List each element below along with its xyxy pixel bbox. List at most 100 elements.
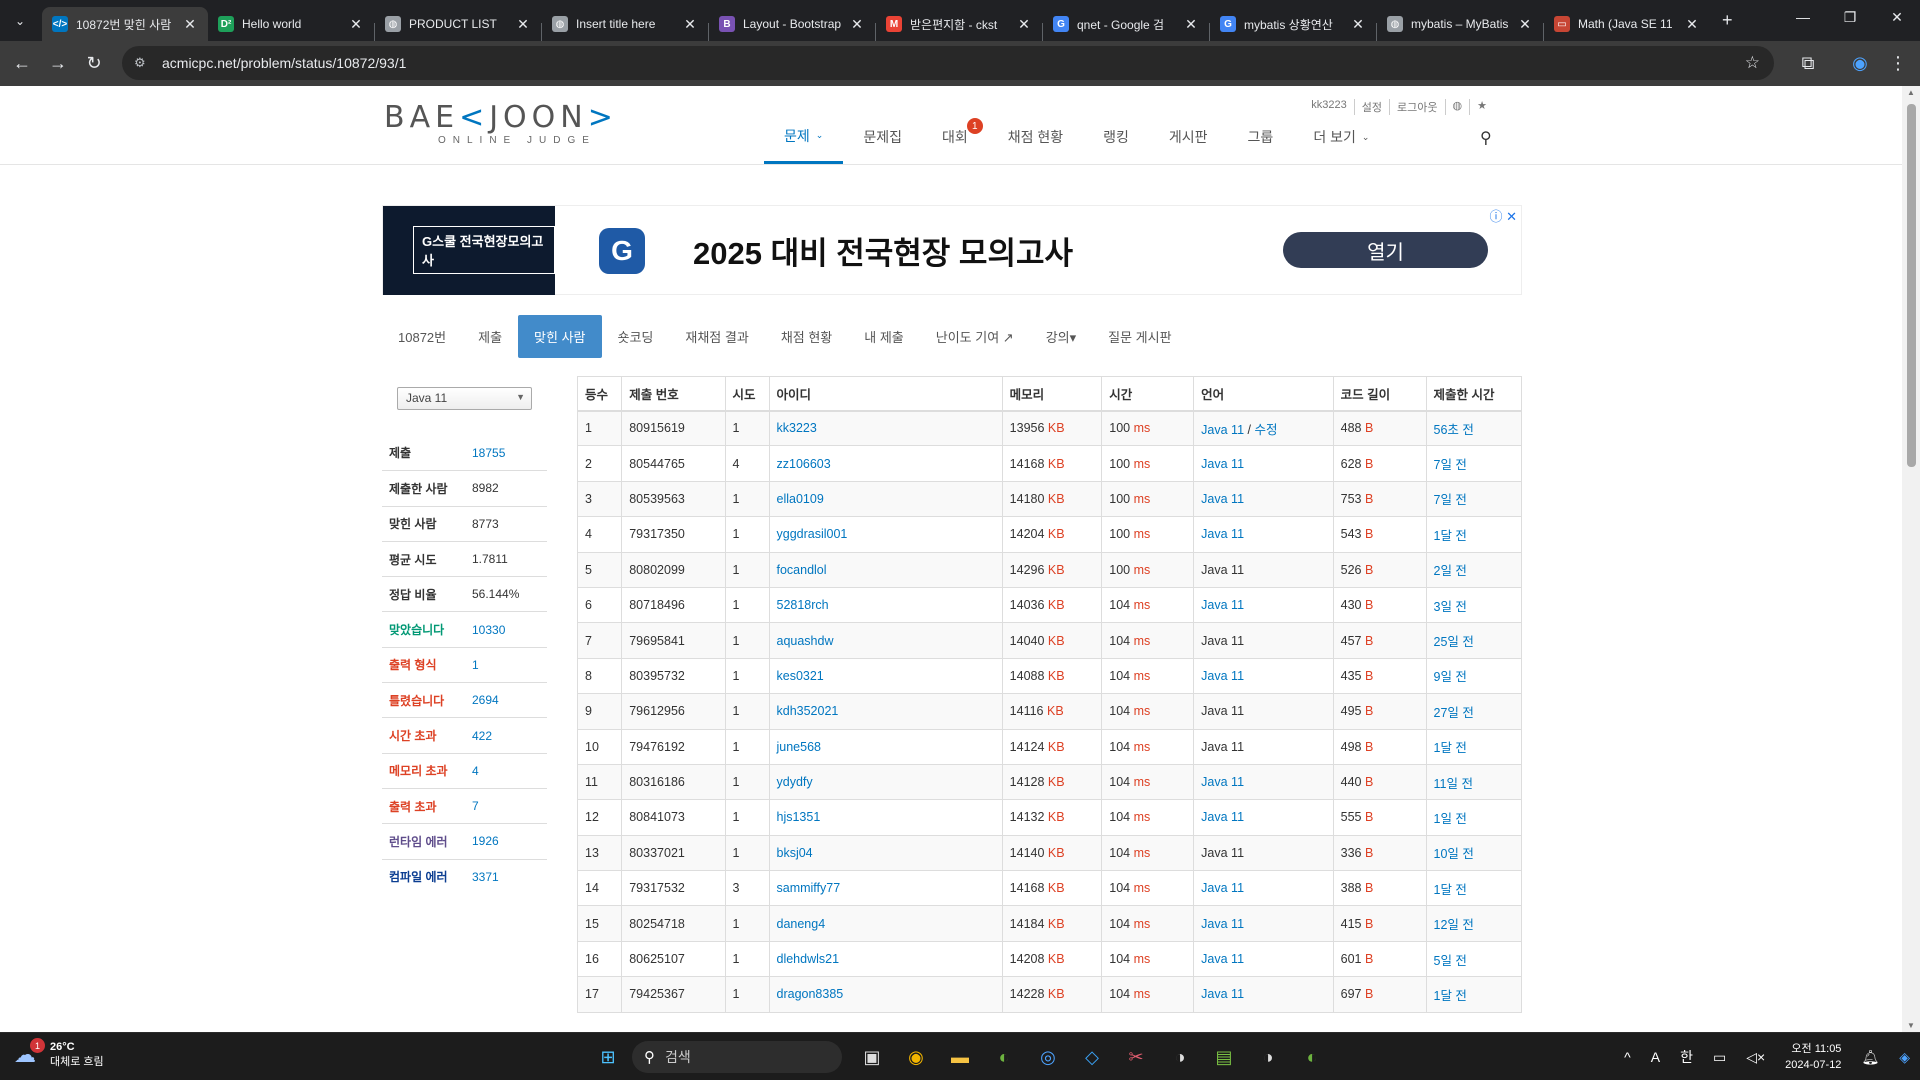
submitted-time-link[interactable]: 56초 전 bbox=[1434, 423, 1474, 437]
submitted-time-link[interactable]: 1달 전 bbox=[1434, 989, 1467, 1003]
language-link[interactable]: Java 11 bbox=[1201, 492, 1244, 506]
language-link[interactable]: Java 11 bbox=[1201, 987, 1244, 1001]
problem-tab[interactable]: 제출 bbox=[462, 315, 518, 358]
user-menu-item[interactable]: 로그아웃 bbox=[1389, 99, 1444, 115]
language-link[interactable]: Java 11 bbox=[1201, 598, 1244, 612]
submitted-time-link[interactable]: 3일 전 bbox=[1434, 600, 1467, 614]
user-id-link[interactable]: 52818rch bbox=[777, 598, 829, 612]
user-id-link[interactable]: kdh352021 bbox=[777, 704, 839, 718]
close-icon[interactable]: ✕ bbox=[348, 16, 364, 33]
reload-button[interactable]: ↻ bbox=[76, 46, 112, 82]
extensions-icon[interactable]: ⧉ bbox=[1790, 45, 1826, 81]
search-icon[interactable]: ⚲ bbox=[1480, 128, 1492, 148]
baekjoon-logo[interactable]: BAE<JOON> ONLINE JUDGE bbox=[384, 103, 634, 147]
site-info-icon[interactable]: ⚙ bbox=[134, 55, 150, 71]
language-link[interactable]: Java 11 bbox=[1201, 527, 1244, 541]
tray-language-icon[interactable]: 한 bbox=[1680, 1047, 1693, 1067]
column-header[interactable]: 아이디 bbox=[768, 376, 1003, 412]
close-icon[interactable]: ✕ bbox=[682, 16, 698, 33]
submitted-time-link[interactable]: 11일 전 bbox=[1434, 777, 1473, 791]
submitted-time-link[interactable]: 9일 전 bbox=[1434, 670, 1467, 684]
submitted-time-link[interactable]: 7일 전 bbox=[1434, 458, 1467, 472]
user-id-link[interactable]: yggdrasil001 bbox=[777, 527, 848, 541]
nav-item[interactable]: 랭킹 bbox=[1083, 110, 1149, 164]
language-link[interactable]: Java 11 bbox=[1201, 775, 1244, 789]
column-header[interactable]: 메모리 bbox=[1001, 376, 1103, 412]
browser-tab[interactable]: D² Hello world ✕ bbox=[208, 7, 374, 41]
column-header[interactable]: 등수 bbox=[576, 376, 623, 412]
problem-tab[interactable]: 강의▾ bbox=[1030, 315, 1092, 358]
nav-item[interactable]: 문제집 bbox=[843, 110, 922, 164]
submitted-time-link[interactable]: 5일 전 bbox=[1434, 954, 1467, 968]
browser-tab[interactable]: Gqnet - Google 검 ✕ bbox=[1043, 7, 1209, 41]
column-header[interactable]: 시도 bbox=[724, 376, 770, 412]
stat-value[interactable]: 10330 bbox=[472, 623, 505, 637]
browser-menu-icon[interactable]: ⋮ bbox=[1880, 45, 1916, 81]
close-icon[interactable]: ✕ bbox=[1684, 16, 1700, 33]
back-button[interactable]: ← bbox=[4, 46, 40, 82]
close-icon[interactable]: ✕ bbox=[1350, 16, 1366, 33]
user-id-link[interactable]: zz106603 bbox=[777, 457, 831, 471]
chrome-icon[interactable]: ◉ bbox=[900, 1041, 932, 1073]
problem-tab[interactable]: 숏코딩 bbox=[602, 315, 670, 358]
language-link[interactable]: Java 11 bbox=[1201, 423, 1244, 437]
forward-button[interactable]: → bbox=[40, 46, 76, 82]
user-id-link[interactable]: kk3223 bbox=[777, 421, 817, 435]
column-header[interactable]: 제출한 시간 bbox=[1425, 376, 1522, 412]
weather-widget[interactable]: ☁ 1 26°C 대체로 흐림 bbox=[14, 1038, 104, 1070]
clock[interactable]: 오전 11:05 2024-07-12 bbox=[1785, 1041, 1841, 1073]
problem-tab[interactable]: 재채점 결과 bbox=[669, 315, 764, 358]
submitted-time-link[interactable]: 1일 전 bbox=[1434, 812, 1467, 826]
eclipse2-icon[interactable]: ◑ bbox=[1252, 1041, 1284, 1073]
column-header[interactable]: 시간 bbox=[1101, 376, 1195, 412]
user-id-link[interactable]: focandlol bbox=[777, 563, 827, 577]
browser-tab[interactable]: M 받은편지함 - ckst ✕ bbox=[876, 7, 1042, 41]
address-bar[interactable]: ⚙ acmicpc.net/problem/status/10872/93/1 … bbox=[122, 46, 1774, 80]
user-id-link[interactable]: dragon8385 bbox=[777, 987, 844, 1001]
nav-item[interactable]: 더 보기 ⌄ bbox=[1293, 110, 1389, 164]
submitted-time-link[interactable]: 1달 전 bbox=[1434, 529, 1467, 543]
stat-value[interactable]: 1926 bbox=[472, 834, 499, 848]
close-icon[interactable]: ✕ bbox=[1517, 16, 1533, 33]
user-id-link[interactable]: bksj04 bbox=[777, 846, 813, 860]
edit-link[interactable]: 수정 bbox=[1254, 423, 1277, 437]
stat-value[interactable]: 18755 bbox=[472, 446, 505, 460]
language-link[interactable]: Java 11 bbox=[1201, 457, 1244, 471]
language-link[interactable]: Java 11 bbox=[1201, 881, 1244, 895]
network-icon[interactable]: ▭ bbox=[1713, 1049, 1726, 1066]
browser-tab[interactable]: ▭ Math (Java SE 11 ✕ bbox=[1544, 7, 1710, 41]
problem-tab[interactable]: 채점 현황 bbox=[765, 315, 848, 358]
submitted-time-link[interactable]: 25일 전 bbox=[1434, 635, 1474, 649]
browser-tab[interactable]: ◍ mybatis – MyBatis ✕ bbox=[1377, 7, 1543, 41]
language-link[interactable]: Java 11 bbox=[1201, 952, 1244, 966]
user-id-link[interactable]: sammiffy77 bbox=[777, 881, 841, 895]
submitted-time-link[interactable]: 2일 전 bbox=[1434, 564, 1467, 578]
nav-item[interactable]: 대회 1 bbox=[922, 110, 988, 164]
bookmark-star-icon[interactable]: ☆ bbox=[1745, 53, 1760, 73]
user-id-link[interactable]: ydydfy bbox=[777, 775, 813, 789]
user-id-link[interactable]: dlehdwls21 bbox=[777, 952, 840, 966]
language-link[interactable]: Java 11 bbox=[1201, 917, 1244, 931]
notification-bell-icon[interactable]: 🔔︎ bbox=[1861, 1049, 1879, 1066]
nav-item[interactable]: 채점 현황 bbox=[988, 110, 1083, 164]
problem-tab[interactable]: 맞힌 사람 bbox=[518, 315, 602, 358]
stat-value[interactable]: 3371 bbox=[472, 870, 499, 884]
language-select[interactable]: Java 11 ▼ bbox=[397, 387, 532, 410]
browser-tab[interactable]: ◍ PRODUCT LIST ✕ bbox=[375, 7, 541, 41]
vertical-scrollbar[interactable]: ▲ ▼ bbox=[1902, 86, 1920, 1032]
spring-tool2-icon[interactable]: ◐ bbox=[1296, 1041, 1328, 1073]
user-id-link[interactable]: aquashdw bbox=[777, 634, 834, 648]
tab-search-button[interactable]: ⌄ bbox=[8, 9, 32, 33]
profile-avatar[interactable]: ◉ bbox=[1842, 45, 1878, 81]
stat-value[interactable]: 4 bbox=[472, 764, 479, 778]
browser-tab[interactable]: ◍ Insert title here ✕ bbox=[542, 7, 708, 41]
submitted-time-link[interactable]: 12일 전 bbox=[1434, 918, 1474, 932]
stat-value[interactable]: 2694 bbox=[472, 693, 499, 707]
notepad-icon[interactable]: ▤ bbox=[1208, 1041, 1240, 1073]
problem-tab[interactable]: 난이도 기여 ↗ bbox=[920, 315, 1030, 358]
column-header[interactable]: 제출 번호 bbox=[621, 376, 726, 412]
file-explorer-icon[interactable]: ▬ bbox=[944, 1041, 976, 1073]
close-window-button[interactable]: ✕ bbox=[1874, 0, 1920, 34]
scroll-down-arrow[interactable]: ▼ bbox=[1902, 1021, 1920, 1030]
user-id-link[interactable]: june568 bbox=[777, 740, 822, 754]
